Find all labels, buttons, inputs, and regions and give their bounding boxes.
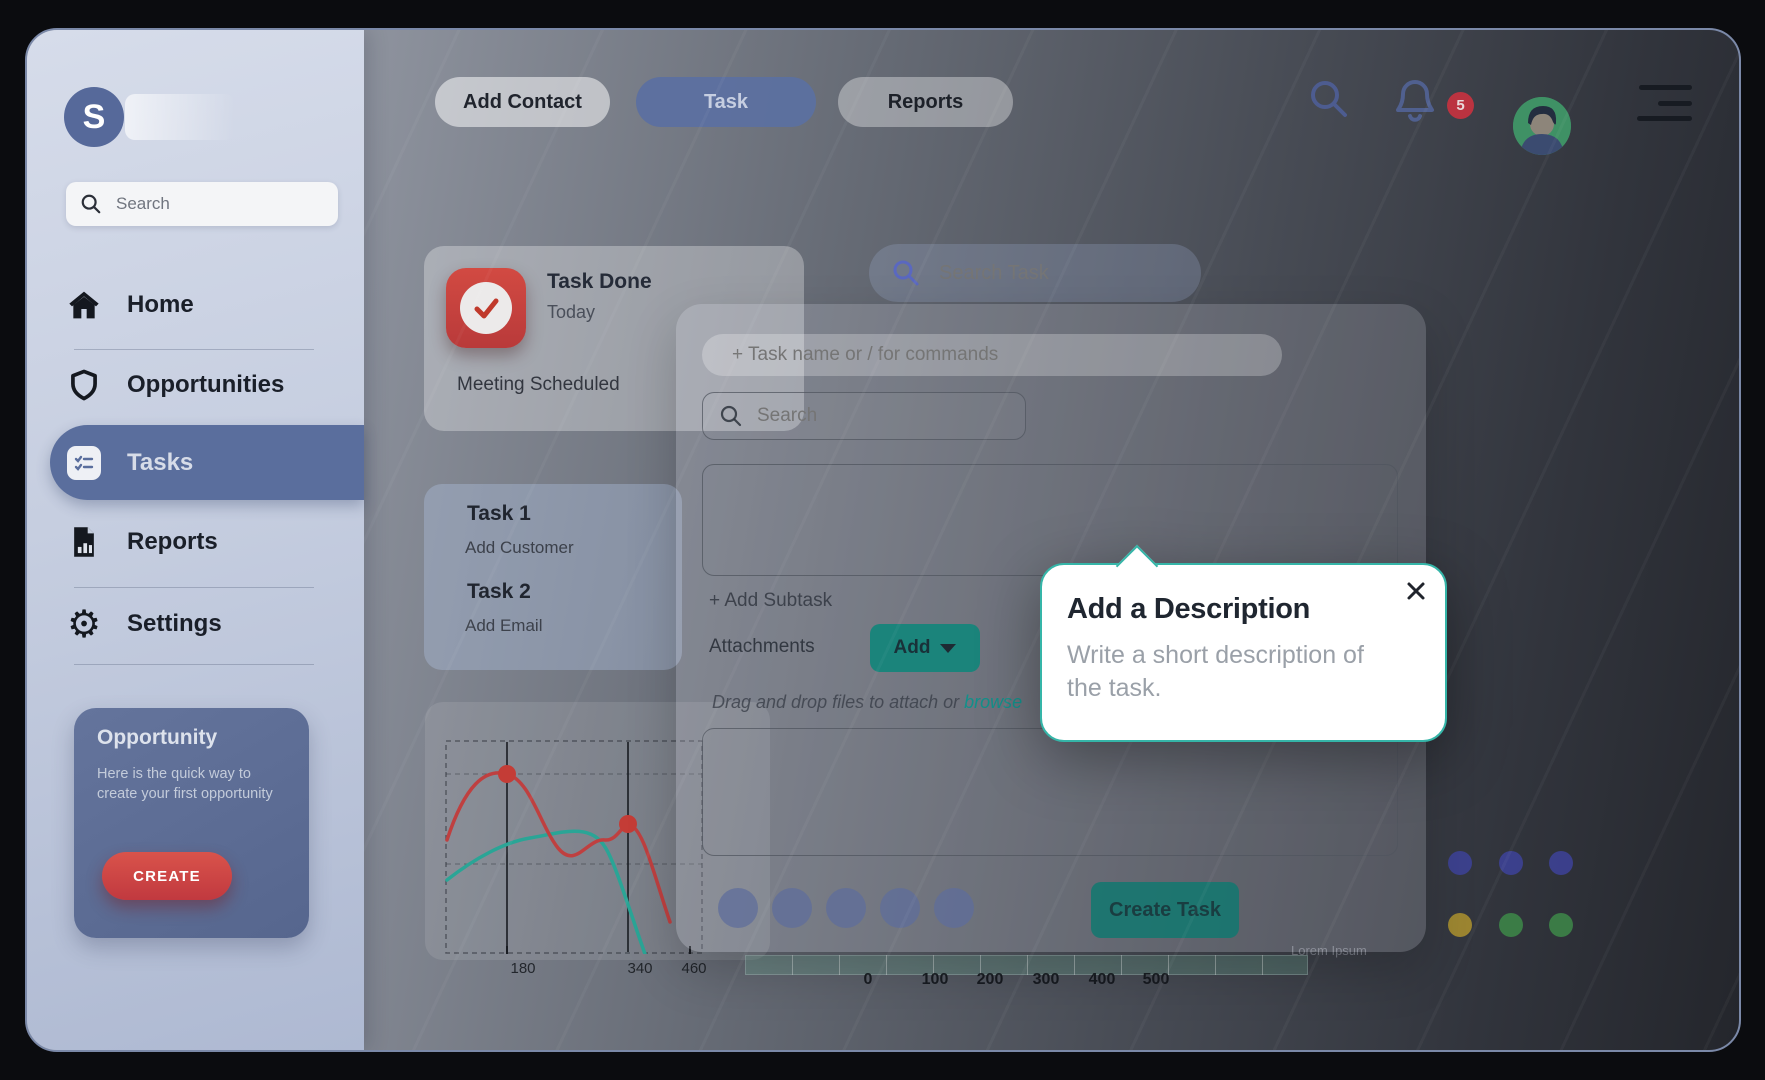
- drag-drop-text: Drag and drop files to attach or: [712, 692, 964, 712]
- task-item-subtitle: Add Email: [465, 616, 542, 636]
- chart-x-tick: 340: [627, 960, 652, 977]
- status-dot-green: [1499, 913, 1523, 937]
- tab-label: Add Contact: [463, 91, 582, 114]
- gear-icon: ⚙: [67, 607, 101, 641]
- close-icon[interactable]: [1399, 575, 1433, 609]
- task-notes-textarea[interactable]: [702, 728, 1398, 856]
- search-icon: [891, 258, 921, 288]
- status-dot-blue: [1549, 851, 1573, 875]
- status-dot-green: [1549, 913, 1573, 937]
- task-item-subtitle: Add Customer: [465, 538, 574, 558]
- divider: [74, 664, 314, 665]
- logo-wordmark: [125, 94, 235, 140]
- sidebar-item-label: Tasks: [127, 449, 193, 477]
- create-task-label: Create Task: [1109, 899, 1221, 921]
- axis-tick: 100: [922, 971, 949, 989]
- tab-label: Task: [704, 91, 748, 114]
- sidebar-item-label: Reports: [127, 528, 218, 556]
- task-done-note: Meeting Scheduled: [457, 374, 620, 396]
- sidebar-item-label: Home: [127, 291, 194, 319]
- sidebar-item-home[interactable]: Home: [67, 274, 367, 336]
- search-icon[interactable]: [1307, 78, 1351, 125]
- tooltip-title: Add a Description: [1067, 593, 1310, 626]
- promo-title: Opportunity: [97, 726, 309, 750]
- hamburger-menu-icon[interactable]: [1635, 82, 1695, 124]
- sidebar-item-label: Opportunities: [127, 371, 284, 399]
- tab-task[interactable]: Task: [636, 77, 816, 127]
- task-done-subtitle: Today: [547, 302, 595, 323]
- status-dot-yellow: [1448, 913, 1472, 937]
- logo-letter: S: [83, 98, 106, 137]
- divider: [74, 349, 314, 350]
- sidebar: S Home: [27, 30, 364, 1050]
- tab-reports[interactable]: Reports: [838, 77, 1013, 127]
- sidebar-search-input[interactable]: [114, 193, 324, 215]
- notification-badge: 5: [1447, 92, 1474, 119]
- task-done-check-icon: [446, 268, 526, 348]
- home-icon: [67, 290, 101, 320]
- notification-count: 5: [1456, 97, 1464, 114]
- attachments-label: Attachments: [709, 636, 815, 658]
- sidebar-item-opportunities[interactable]: Opportunities: [67, 354, 367, 416]
- task-item-title[interactable]: Task 2: [467, 580, 531, 604]
- create-opportunity-button[interactable]: CREATE: [102, 852, 232, 900]
- chart-x-tick: 180: [510, 960, 535, 977]
- task-name-field[interactable]: [702, 334, 1282, 376]
- caret-down-icon: [940, 644, 956, 653]
- task-name-input[interactable]: [730, 343, 1254, 367]
- create-task-button[interactable]: Create Task: [1091, 882, 1239, 938]
- line-chart: [445, 740, 703, 954]
- modal-search-field[interactable]: [702, 392, 1026, 440]
- app-window: Add Contact Task Reports 5: [25, 28, 1741, 1052]
- assignee-avatar[interactable]: [880, 888, 920, 928]
- task-item-title[interactable]: Task 1: [467, 502, 531, 526]
- axis-tick: 400: [1089, 971, 1116, 989]
- search-icon: [80, 193, 102, 215]
- description-tooltip: Add a Description Write a short descript…: [1040, 543, 1447, 742]
- sidebar-item-settings[interactable]: ⚙ Settings: [67, 593, 367, 655]
- tab-label: Reports: [888, 91, 964, 114]
- tooltip-body: Write a short description of the task.: [1067, 639, 1367, 704]
- status-dot-blue: [1448, 851, 1472, 875]
- divider: [74, 587, 314, 588]
- drag-drop-hint: Drag and drop files to attach or browse: [712, 692, 1022, 713]
- shield-icon: [67, 369, 101, 401]
- sidebar-item-label: Settings: [127, 610, 222, 638]
- add-subtask-link[interactable]: + Add Subtask: [709, 590, 832, 612]
- sidebar-item-reports[interactable]: Reports: [67, 511, 367, 573]
- status-dot-blue: [1499, 851, 1523, 875]
- assignee-avatar[interactable]: [826, 888, 866, 928]
- tab-add-contact[interactable]: Add Contact: [435, 77, 610, 127]
- chart-x-tick: 460: [681, 960, 706, 977]
- modal-search-input[interactable]: [755, 404, 989, 428]
- axis-tick: 500: [1143, 971, 1170, 989]
- promo-body: Here is the quick way to create your fir…: [97, 764, 286, 805]
- assignee-avatar[interactable]: [718, 888, 758, 928]
- search-icon: [719, 404, 743, 428]
- assignee-avatar[interactable]: [772, 888, 812, 928]
- app-logo[interactable]: S: [64, 87, 124, 147]
- task-done-title: Task Done: [547, 270, 652, 294]
- bar-strip: [745, 955, 1308, 975]
- axis-tick: 200: [977, 971, 1004, 989]
- sidebar-item-tasks[interactable]: Tasks: [67, 425, 357, 500]
- sidebar-search-field[interactable]: [66, 182, 338, 226]
- add-button-label: Add: [894, 637, 931, 659]
- axis-tick: 0: [864, 971, 873, 989]
- bell-icon[interactable]: [1387, 70, 1443, 135]
- report-document-icon: [67, 526, 101, 558]
- task-list-card: [424, 484, 682, 670]
- axis-tick: 300: [1033, 971, 1060, 989]
- assignee-avatar[interactable]: [934, 888, 974, 928]
- tasks-checklist-icon: [67, 446, 101, 480]
- avatar[interactable]: [1513, 97, 1571, 155]
- attachments-add-button[interactable]: Add: [870, 624, 980, 672]
- search-task-field[interactable]: [869, 244, 1201, 302]
- search-task-input[interactable]: [937, 261, 1161, 286]
- opportunity-promo-card: Opportunity Here is the quick way to cre…: [74, 708, 309, 938]
- browse-link[interactable]: browse: [964, 692, 1022, 712]
